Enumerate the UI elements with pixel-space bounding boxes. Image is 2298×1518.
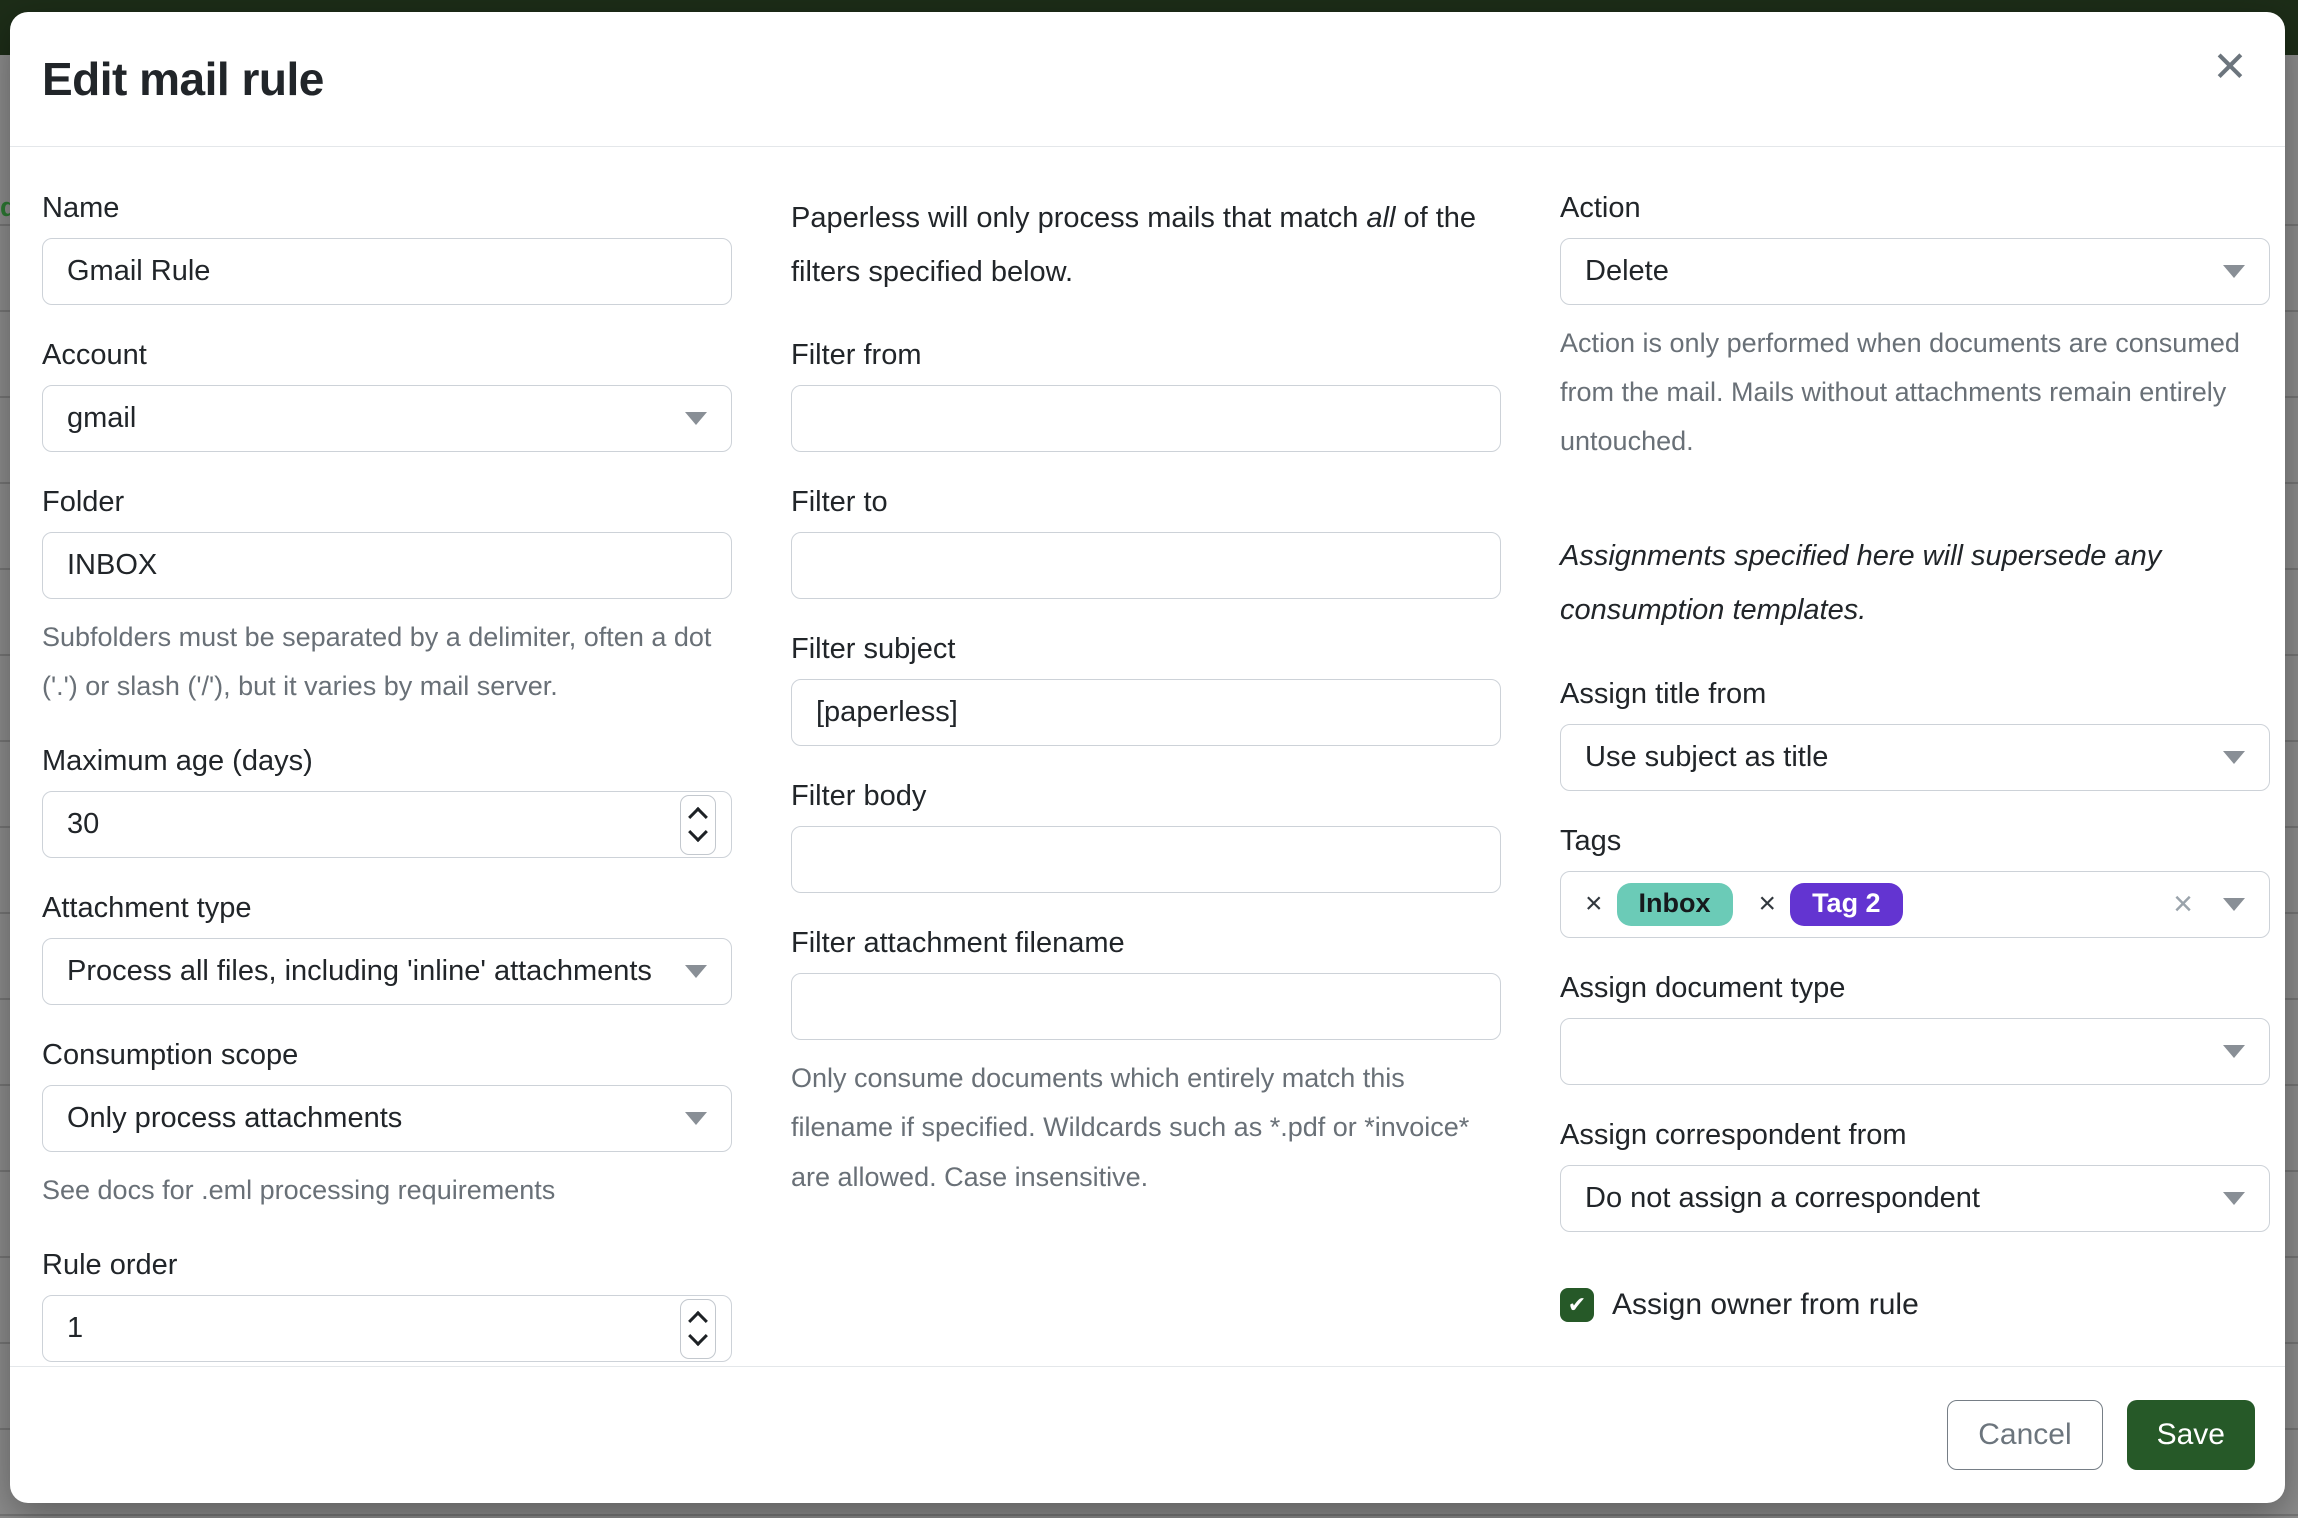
- action-help-text: Action is only performed when documents …: [1560, 319, 2270, 466]
- filter-subject-group: Filter subject: [791, 633, 1501, 746]
- attachment-type-label: Attachment type: [42, 892, 732, 925]
- chevron-down-icon: [685, 965, 707, 978]
- chevron-down-icon: [2223, 751, 2245, 764]
- tags-multiselect[interactable]: × Inbox × Tag 2 ×: [1560, 871, 2270, 938]
- action-label: Action: [1560, 192, 2270, 225]
- assign-owner-checkbox-label[interactable]: Assign owner from rule: [1612, 1288, 1919, 1322]
- chevron-down-icon[interactable]: [2223, 898, 2245, 911]
- attachment-type-group: Attachment type Process all files, inclu…: [42, 892, 732, 1005]
- intro-emphasis: all: [1366, 202, 1395, 234]
- chevron-down-icon: [685, 1112, 707, 1125]
- assign-document-type-select[interactable]: [1560, 1018, 2270, 1085]
- assign-title-from-label: Assign title from: [1560, 678, 2270, 711]
- close-icon[interactable]: ✕: [2203, 40, 2257, 94]
- filter-attachment-filename-help-text: Only consume documents which entirely ma…: [791, 1054, 1501, 1201]
- filter-body-label: Filter body: [791, 780, 1501, 813]
- filter-attachment-filename-label: Filter attachment filename: [791, 927, 1501, 960]
- filter-body-input[interactable]: [791, 826, 1501, 893]
- filter-to-group: Filter to: [791, 486, 1501, 599]
- assign-title-from-select[interactable]: Use subject as title: [1560, 724, 2270, 791]
- filter-subject-input[interactable]: [791, 679, 1501, 746]
- attachment-type-select[interactable]: Process all files, including 'inline' at…: [42, 938, 732, 1005]
- column-filters: Paperless will only process mails that m…: [791, 192, 1501, 1366]
- cancel-button[interactable]: Cancel: [1947, 1400, 2102, 1470]
- maximum-age-label: Maximum age (days): [42, 745, 732, 778]
- filter-from-input[interactable]: [791, 385, 1501, 452]
- account-selected-value: gmail: [67, 402, 685, 435]
- edit-mail-rule-dialog: Edit mail rule ✕ Name Account gmail Fold…: [10, 12, 2285, 1503]
- stepper-down-icon[interactable]: [688, 823, 708, 843]
- folder-label: Folder: [42, 486, 732, 519]
- filter-from-label: Filter from: [791, 339, 1501, 372]
- dialog-header: Edit mail rule ✕: [10, 12, 2285, 147]
- consumption-scope-selected-value: Only process attachments: [67, 1102, 685, 1135]
- stepper-down-icon[interactable]: [688, 1327, 708, 1347]
- assign-title-from-group: Assign title from Use subject as title: [1560, 678, 2270, 791]
- assign-owner-checkbox-row[interactable]: ✔ Assign owner from rule: [1560, 1288, 2270, 1322]
- rule-order-stepper[interactable]: [680, 1299, 716, 1359]
- folder-input[interactable]: [42, 532, 732, 599]
- maximum-age-stepper[interactable]: [680, 795, 716, 855]
- chevron-down-icon: [2223, 265, 2245, 278]
- filter-from-group: Filter from: [791, 339, 1501, 452]
- consumption-scope-group: Consumption scope Only process attachmen…: [42, 1039, 732, 1215]
- assign-title-from-selected-value: Use subject as title: [1585, 741, 2223, 774]
- tags-label: Tags: [1560, 825, 2270, 858]
- filter-to-input[interactable]: [791, 532, 1501, 599]
- tag-pill-tag2: Tag 2: [1790, 883, 1903, 926]
- consumption-scope-label: Consumption scope: [42, 1039, 732, 1072]
- tag-remove-icon[interactable]: ×: [1585, 889, 1603, 919]
- assign-correspondent-from-group: Assign correspondent from Do not assign …: [1560, 1119, 2270, 1232]
- attachment-type-selected-value: Process all files, including 'inline' at…: [67, 955, 685, 988]
- column-general: Name Account gmail Folder Subfolders mus…: [42, 192, 732, 1366]
- consumption-scope-help-text: See docs for .eml processing requirement…: [42, 1166, 732, 1215]
- assign-document-type-label: Assign document type: [1560, 972, 2270, 1005]
- filter-attachment-filename-input[interactable]: [791, 973, 1501, 1040]
- assign-correspondent-from-label: Assign correspondent from: [1560, 1119, 2270, 1152]
- name-input[interactable]: [42, 238, 732, 305]
- action-group: Action Delete Action is only performed w…: [1560, 192, 2270, 466]
- rule-order-group: Rule order: [42, 1249, 732, 1362]
- name-label: Name: [42, 192, 732, 225]
- maximum-age-group: Maximum age (days): [42, 745, 732, 858]
- consumption-scope-select[interactable]: Only process attachments: [42, 1085, 732, 1152]
- filter-to-label: Filter to: [791, 486, 1501, 519]
- filter-body-group: Filter body: [791, 780, 1501, 893]
- rule-order-input[interactable]: [42, 1295, 732, 1362]
- action-select[interactable]: Delete: [1560, 238, 2270, 305]
- filter-subject-label: Filter subject: [791, 633, 1501, 666]
- tag-remove-icon[interactable]: ×: [1759, 889, 1777, 919]
- tags-group: Tags × Inbox × Tag 2 ×: [1560, 825, 2270, 938]
- account-group: Account gmail: [42, 339, 732, 452]
- checkbox-checked-icon[interactable]: ✔: [1560, 1288, 1594, 1322]
- account-label: Account: [42, 339, 732, 372]
- chevron-down-icon: [685, 412, 707, 425]
- save-button[interactable]: Save: [2127, 1400, 2255, 1470]
- dialog-title: Edit mail rule: [42, 52, 324, 106]
- chevron-down-icon: [2223, 1045, 2245, 1058]
- dialog-body: Name Account gmail Folder Subfolders mus…: [10, 147, 2285, 1366]
- tag-pill-inbox: Inbox: [1617, 883, 1733, 926]
- account-select[interactable]: gmail: [42, 385, 732, 452]
- assign-correspondent-from-selected-value: Do not assign a correspondent: [1585, 1182, 2223, 1215]
- maximum-age-input[interactable]: [42, 791, 732, 858]
- filters-intro-text: Paperless will only process mails that m…: [791, 192, 1501, 299]
- assign-correspondent-from-select[interactable]: Do not assign a correspondent: [1560, 1165, 2270, 1232]
- folder-group: Folder Subfolders must be separated by a…: [42, 486, 732, 711]
- folder-help-text: Subfolders must be separated by a delimi…: [42, 613, 732, 711]
- rule-order-label: Rule order: [42, 1249, 732, 1282]
- tag-item: × Inbox: [1585, 883, 1733, 926]
- tag-item: × Tag 2: [1759, 883, 1903, 926]
- name-group: Name: [42, 192, 732, 305]
- column-action-assignments: Action Delete Action is only performed w…: [1560, 192, 2270, 1366]
- dialog-footer: Cancel Save: [10, 1366, 2285, 1503]
- filter-attachment-filename-group: Filter attachment filename Only consume …: [791, 927, 1501, 1201]
- action-selected-value: Delete: [1585, 255, 2223, 288]
- assignments-note: Assignments specified here will supersed…: [1560, 530, 2270, 637]
- tags-clear-all-icon[interactable]: ×: [2173, 887, 2193, 921]
- assign-document-type-group: Assign document type: [1560, 972, 2270, 1085]
- chevron-down-icon: [2223, 1192, 2245, 1205]
